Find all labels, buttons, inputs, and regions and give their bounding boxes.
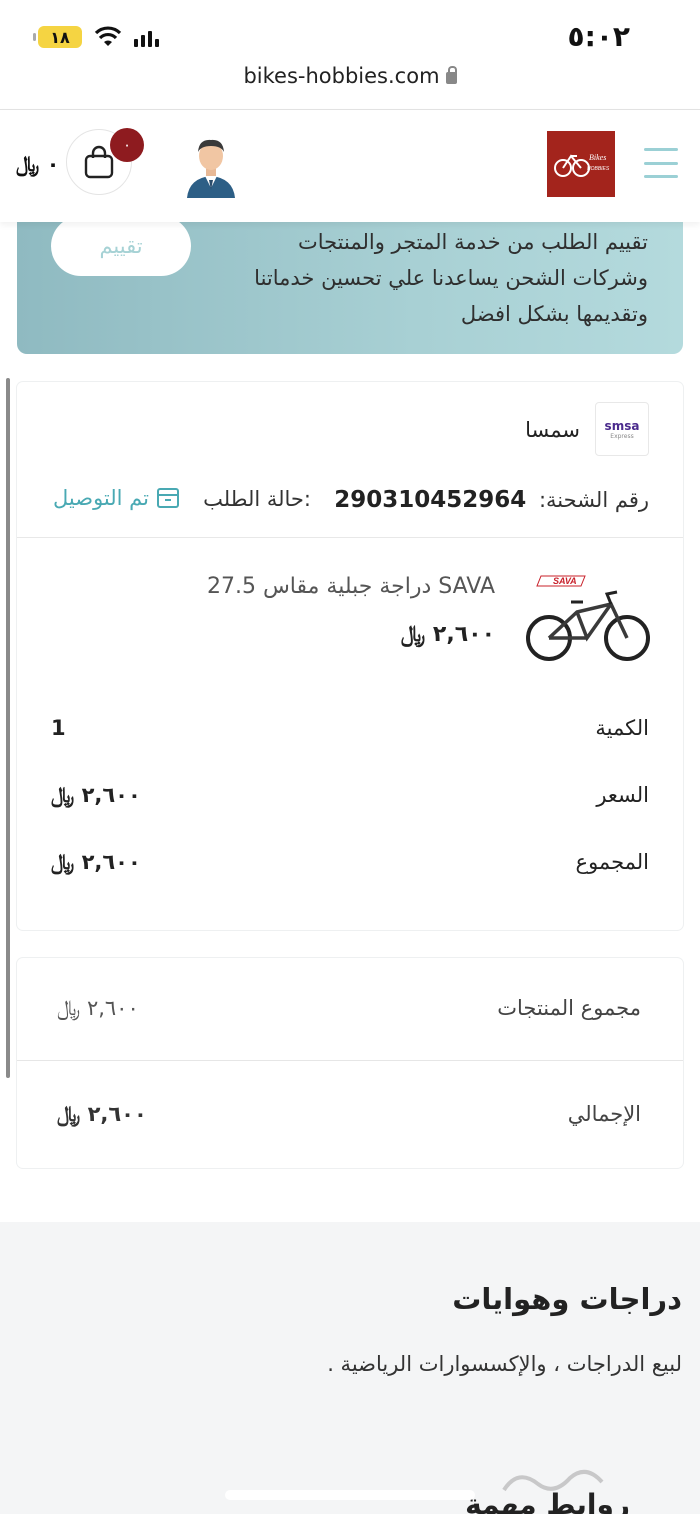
carrier-logo-subtext: Express	[610, 432, 634, 440]
wifi-icon	[94, 26, 122, 46]
battery-icon: ١٨	[33, 26, 82, 48]
cart-total: ٠ ﷼	[16, 152, 60, 176]
product-price: ٢,٦٠٠ ﷼	[400, 622, 495, 647]
home-indicator	[225, 1490, 475, 1500]
rate-order-button[interactable]: تقييم	[51, 216, 191, 276]
signal-icon	[134, 31, 159, 47]
site-header: Bikes HOBBIES ٠ ٠ ﷼	[0, 110, 700, 222]
scrollbar[interactable]	[6, 378, 10, 1078]
subtotal-value: ٢,٦٠٠ ﷼	[57, 996, 139, 1020]
browser-status-bar: ١٨ ٥:٠٢ bikes-hobbies.com	[0, 0, 700, 110]
totals-card: مجموع المنتجات ٢,٦٠٠ ﷼ الإجمالي ٢,٦٠٠ ﷼	[17, 958, 683, 1168]
carrier-logo-text: smsa	[604, 418, 640, 433]
divider	[17, 537, 683, 538]
status-icons: ١٨	[33, 26, 160, 48]
rating-banner: تقييم الطلب من خدمة المتجر والمنتجات وشر…	[17, 200, 683, 354]
footer-title: دراجات وهوايات	[452, 1282, 682, 1316]
footer-links-title: روابط مهمة	[465, 1488, 630, 1514]
carrier-logo: smsa Express	[595, 402, 649, 456]
footer-description: لبيع الدراجات ، والإكسسوارات الرياضية .	[327, 1352, 682, 1376]
grand-total-label: الإجمالي	[567, 1102, 641, 1126]
order-status-label: حالة الطلب:	[203, 487, 311, 511]
url-text: bikes-hobbies.com	[243, 64, 440, 88]
rating-message: تقييم الطلب من خدمة المتجر والمنتجات وشر…	[254, 230, 648, 326]
quantity-value: 1	[51, 716, 66, 740]
divider	[17, 1060, 683, 1061]
user-avatar[interactable]	[183, 134, 239, 198]
bicycle-logo-icon: Bikes HOBBIES	[554, 153, 610, 177]
price-label: السعر	[596, 783, 649, 807]
archive-box-icon	[157, 488, 179, 508]
subtotal-label: مجموع المنتجات	[497, 996, 641, 1020]
clock: ٥:٠٢	[567, 20, 630, 53]
product-image[interactable]: SAVA	[525, 572, 651, 668]
brand-logo[interactable]: Bikes HOBBIES	[547, 131, 615, 197]
line-total-value: ٢,٦٠٠ ﷼	[51, 850, 141, 874]
order-status-link[interactable]: تم التوصيل	[53, 486, 179, 510]
menu-icon[interactable]	[644, 148, 678, 178]
shipment-number-row: رقم الشحنة: 290310452964	[334, 487, 649, 513]
site-footer: دراجات وهوايات لبيع الدراجات ، والإكسسوا…	[0, 1222, 700, 1514]
order-status-value: تم التوصيل	[53, 486, 149, 510]
grand-total-value: ٢,٦٠٠ ﷼	[57, 1102, 147, 1126]
order-card: smsa Express سمسا رقم الشحنة: 2903104529…	[17, 382, 683, 930]
product-image-brand-label: SAVA	[553, 576, 577, 586]
line-total-label: المجموع	[575, 850, 649, 874]
shipment-label: رقم الشحنة:	[538, 488, 649, 512]
cart-count-badge: ٠	[110, 128, 144, 162]
carrier-name: سمسا	[525, 418, 580, 442]
address-bar[interactable]: bikes-hobbies.com	[0, 64, 700, 88]
shipment-number: 290310452964	[334, 487, 527, 513]
lock-icon	[445, 66, 457, 84]
product-title[interactable]: SAVA دراجة جبلية مقاس 27.5	[207, 574, 495, 599]
price-value: ٢,٦٠٠ ﷼	[51, 783, 141, 807]
svg-text:HOBBIES: HOBBIES	[587, 166, 610, 172]
quantity-label: الكمية	[595, 716, 649, 740]
svg-text:Bikes: Bikes	[589, 153, 606, 162]
